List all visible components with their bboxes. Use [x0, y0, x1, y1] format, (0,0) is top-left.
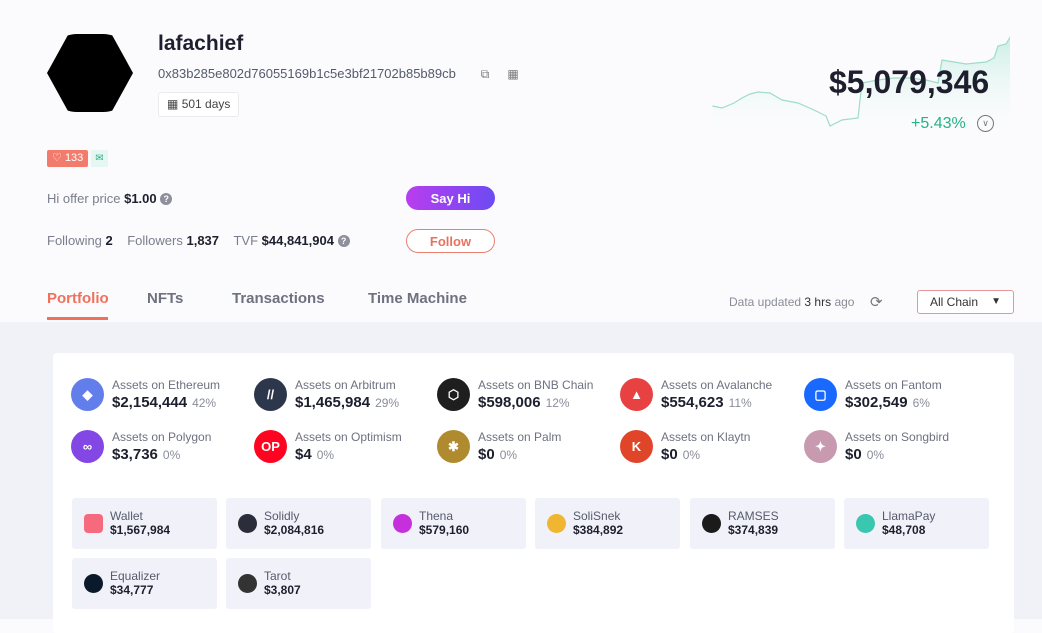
protocol-card[interactable]: Wallet $1,567,984 — [72, 498, 217, 549]
chain-polygon[interactable]: ∞ Assets on Polygon $3,736 0% — [71, 430, 251, 470]
following-link[interactable]: Following — [47, 233, 102, 248]
active-tab-indicator — [47, 317, 108, 320]
wallet-icon — [84, 514, 103, 533]
protocol-card[interactable]: RAMSES $374,839 — [690, 498, 835, 549]
avalanche-icon: ▲ — [620, 378, 653, 411]
days-badge: ▦ 501 days — [158, 92, 240, 117]
solidly-icon — [238, 514, 257, 533]
copy-icon[interactable]: ⧉ — [477, 66, 493, 82]
tab-portfolio[interactable]: Portfolio — [47, 290, 109, 307]
tab-time-machine[interactable]: Time Machine — [368, 290, 467, 307]
chain-fantom[interactable]: ▢ Assets on Fantom $302,549 6% — [804, 378, 984, 418]
equalizer-icon — [84, 574, 103, 593]
protocol-card[interactable]: Solidly $2,084,816 — [226, 498, 371, 549]
followers-link[interactable]: Followers — [127, 233, 183, 248]
songbird-icon: ✦ — [804, 430, 837, 463]
chain-bnb[interactable]: ⬡ Assets on BNB Chain $598,006 12% — [437, 378, 617, 418]
trophy-badge[interactable]: ♡ 133 — [47, 150, 89, 167]
chain-arbitrum[interactable]: // Assets on Arbitrum $1,465,984 29% — [254, 378, 434, 418]
klaytn-icon: K — [620, 430, 653, 463]
chain-avalanche[interactable]: ▲ Assets on Avalanche $554,623 11% — [620, 378, 800, 418]
ramses-icon — [702, 514, 721, 533]
protocol-card[interactable]: Equalizer $34,777 — [72, 558, 217, 609]
tarot-icon — [238, 574, 257, 593]
chain-klaytn[interactable]: K Assets on Klaytn $0 0% — [620, 430, 800, 470]
chain-ethereum[interactable]: ◆ Assets on Ethereum $2,154,444 42% — [71, 378, 251, 418]
net-worth-change: +5.43% — [911, 115, 966, 132]
optimism-icon: OP — [254, 430, 287, 463]
wallet-address: 0x83b285e802d76055169b1c5e3bf21702b85b89… — [158, 66, 456, 81]
chain-songbird[interactable]: ✦ Assets on Songbird $0 0% — [804, 430, 984, 470]
chevron-down-icon[interactable]: ∨ — [977, 115, 994, 132]
thena-icon — [393, 514, 412, 533]
refresh-icon[interactable]: ⟳ — [870, 293, 883, 311]
data-updated: Data updated 3 hrs ago — [729, 295, 855, 309]
fantom-icon: ▢ — [804, 378, 837, 411]
chain-select[interactable]: All Chain ▼ — [917, 290, 1014, 314]
hi-offer-price: Hi offer price $1.00 ? — [47, 191, 173, 206]
arbitrum-icon: // — [254, 378, 287, 411]
tab-transactions[interactable]: Transactions — [232, 290, 325, 307]
protocol-card[interactable]: LlamaPay $48,708 — [844, 498, 989, 549]
social-stats: Following 2 Followers 1,837 TVF $44,841,… — [47, 233, 350, 248]
trophy-icon: ♡ — [52, 152, 62, 164]
profile-name: lafachief — [158, 32, 244, 55]
palm-icon: ✱ — [437, 430, 470, 463]
mail-icon[interactable]: ✉ — [91, 150, 108, 167]
qr-code-icon[interactable]: ▦ — [505, 66, 521, 82]
protocol-card[interactable]: Thena $579,160 — [381, 498, 526, 549]
avatar — [47, 34, 133, 112]
caret-down-icon: ▼ — [991, 296, 1001, 307]
chain-palm[interactable]: ✱ Assets on Palm $0 0% — [437, 430, 617, 470]
llamapay-icon — [856, 514, 875, 533]
say-hi-button[interactable]: Say Hi — [406, 186, 495, 210]
calendar-icon: ▦ — [167, 97, 179, 111]
follow-button[interactable]: Follow — [406, 229, 495, 253]
protocol-card[interactable]: SoliSnek $384,892 — [535, 498, 680, 549]
ethereum-icon: ◆ — [71, 378, 104, 411]
chain-optimism[interactable]: OP Assets on Optimism $4 0% — [254, 430, 434, 470]
bnb-icon: ⬡ — [437, 378, 470, 411]
net-worth-total: $5,079,346 — [829, 64, 990, 100]
tab-nfts[interactable]: NFTs — [147, 290, 183, 307]
solisnek-icon — [547, 514, 566, 533]
help-icon[interactable]: ? — [337, 235, 350, 247]
protocol-card[interactable]: Tarot $3,807 — [226, 558, 371, 609]
polygon-icon: ∞ — [71, 430, 104, 463]
help-icon[interactable]: ? — [160, 193, 173, 205]
